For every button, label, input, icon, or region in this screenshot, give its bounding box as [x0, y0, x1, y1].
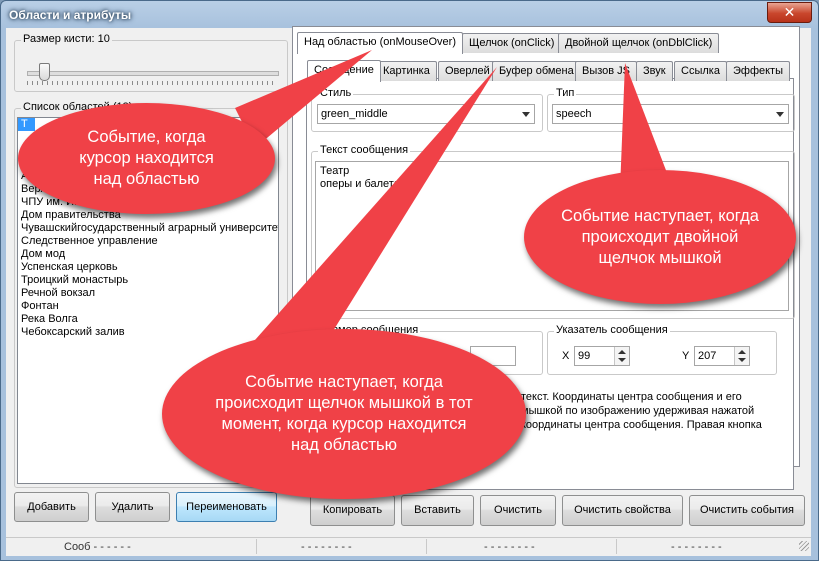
callout-mouse-over: Событие, когда курсор находится над обла… [18, 103, 275, 214]
callout-click: Событие наступает, когда происходит щелч… [162, 329, 526, 499]
callout-dbl-click: Событие наступает, когда происходит двой… [524, 170, 796, 304]
